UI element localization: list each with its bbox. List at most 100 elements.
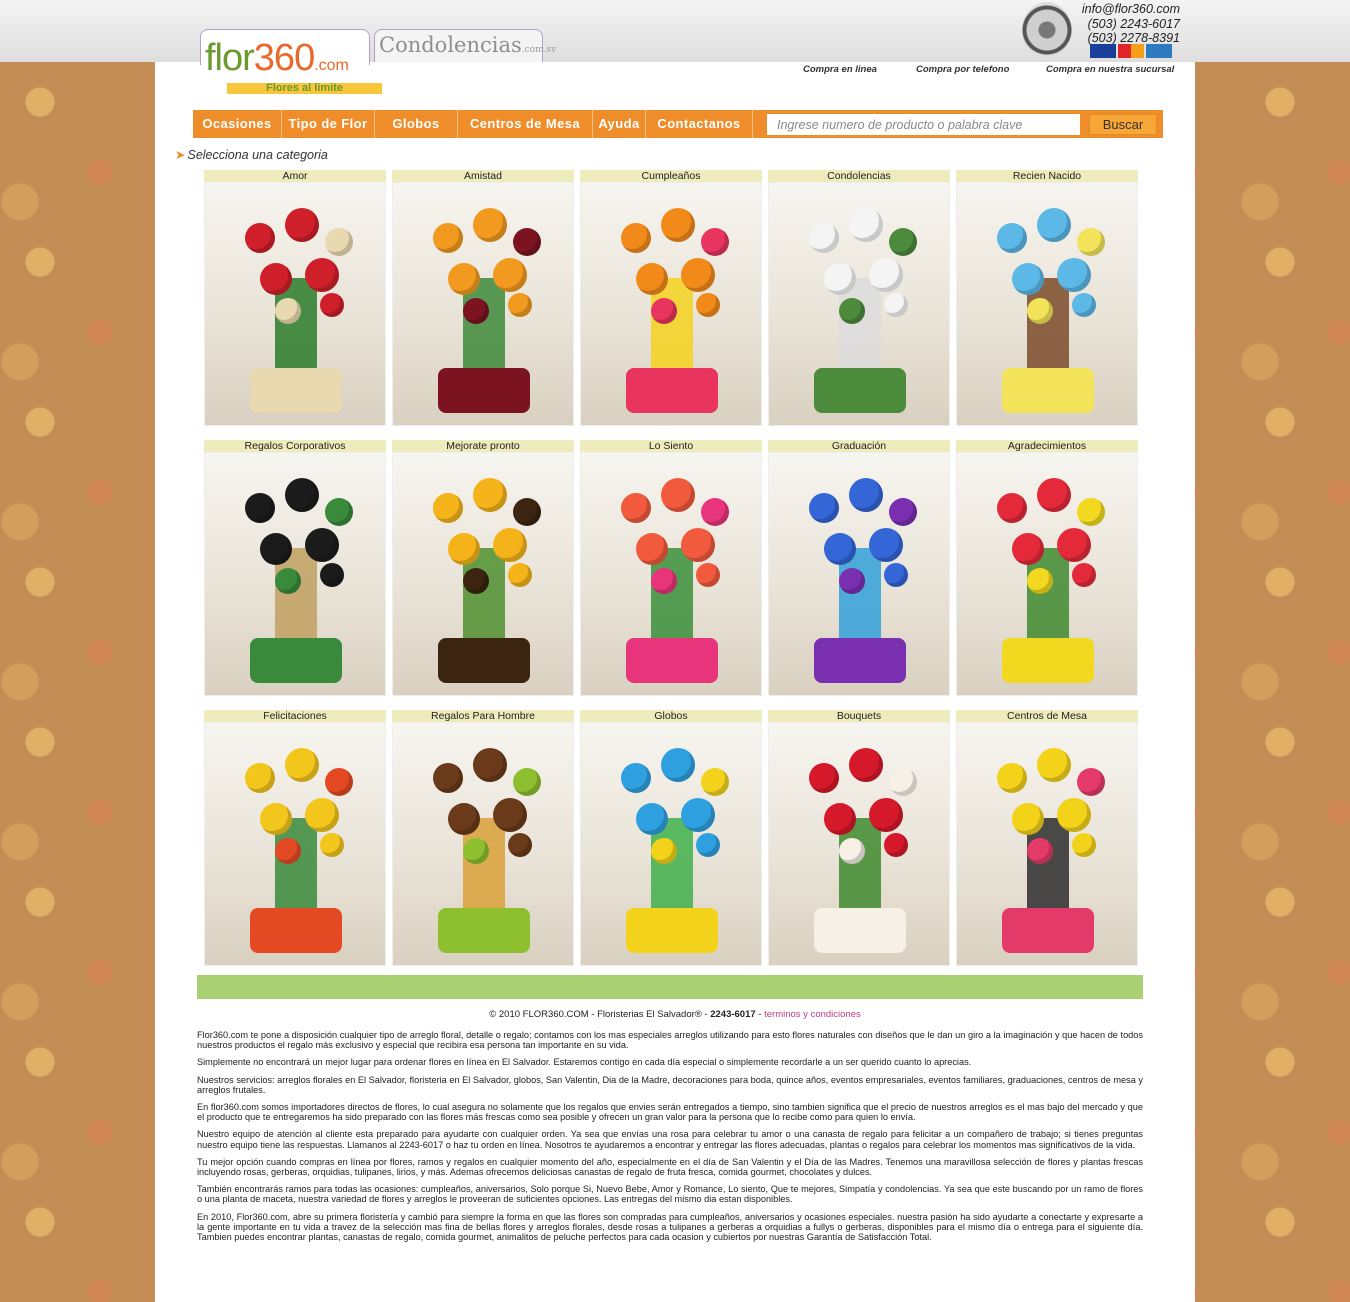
flower-bloom [325, 228, 353, 256]
terms-link[interactable]: terminos y condiciones [764, 1009, 861, 1020]
category-photo [204, 182, 386, 426]
flower-bloom [1072, 563, 1096, 587]
arrangement-base [1002, 638, 1094, 683]
flower-bloom [493, 798, 527, 832]
category-photo [392, 722, 574, 966]
flower-bloom [997, 763, 1027, 793]
flower-bloom [305, 528, 339, 562]
flower-bloom [275, 298, 301, 324]
flower-bloom [1057, 258, 1091, 292]
nav-globos[interactable]: Globos [375, 110, 458, 138]
amex-card-icon [1146, 44, 1172, 58]
category-label: Felicitaciones [204, 710, 386, 722]
flower-bloom [493, 528, 527, 562]
category-photo [204, 452, 386, 696]
category-tile[interactable]: Agradecimientos [956, 440, 1138, 696]
flower-bloom [1012, 803, 1044, 835]
flower-bloom [1077, 498, 1105, 526]
category-photo [580, 182, 762, 426]
flower-bloom [824, 263, 856, 295]
flower-bloom [275, 568, 301, 594]
copyright-separator: - [755, 1009, 765, 1020]
tab-condolencias[interactable]: Condolencias.com.sv [374, 29, 556, 62]
flower-bloom [1077, 768, 1105, 796]
search-button[interactable]: Buscar [1089, 114, 1157, 135]
category-tile[interactable]: Lo Siento [580, 440, 762, 696]
arrangement-base [814, 638, 906, 683]
flower-bloom [651, 298, 677, 324]
flower-bloom [661, 748, 695, 782]
la-gran-via-seal-icon [1022, 2, 1072, 58]
seo-description: Flor360.com te pone a disposición cualqu… [197, 1030, 1143, 1249]
category-tile[interactable]: Globos [580, 710, 762, 966]
category-tile[interactable]: Mejorate pronto [392, 440, 574, 696]
flower-bloom [513, 228, 541, 256]
arrangement-base [438, 908, 530, 953]
flower-bloom [809, 223, 839, 253]
section-title: Selecciona una categoria [187, 148, 328, 162]
visa-card-icon [1090, 44, 1116, 58]
flower-bloom [636, 263, 668, 295]
purchase-mode-phone: Compra por telefono [916, 64, 1010, 75]
category-tile[interactable]: Regalos Para Hombre [392, 710, 574, 966]
category-tile[interactable]: Amor [204, 170, 386, 426]
flower-bloom [508, 293, 532, 317]
category-label: Mejorate pronto [392, 440, 574, 452]
condolencias-label: Condolencias.com.sv [379, 33, 557, 57]
flower-bloom [433, 763, 463, 793]
flower-bloom [809, 763, 839, 793]
contact-email[interactable]: info@flor360.com [1074, 2, 1180, 17]
category-label: Graduación [768, 440, 950, 452]
category-label: Recien Nacido [956, 170, 1138, 182]
flower-bloom [1027, 568, 1053, 594]
category-tile[interactable]: Recien Nacido [956, 170, 1138, 426]
flower-bloom [636, 803, 668, 835]
category-tile[interactable]: Graduación [768, 440, 950, 696]
arrangement-base [626, 368, 718, 413]
flower-bloom [473, 208, 507, 242]
flower-bloom [275, 838, 301, 864]
flower-bloom [325, 768, 353, 796]
flower-bloom [448, 263, 480, 295]
flower-bloom [701, 228, 729, 256]
category-tile[interactable]: Amistad [392, 170, 574, 426]
flower-bloom [245, 223, 275, 253]
flower-bloom [824, 803, 856, 835]
flower-bloom [681, 798, 715, 832]
category-photo [580, 452, 762, 696]
category-label: Condolencias [768, 170, 950, 182]
arrangement-base [250, 908, 342, 953]
description-paragraph: Nuestro equipo de atención al cliente es… [197, 1129, 1143, 1150]
category-tile[interactable]: Felicitaciones [204, 710, 386, 966]
flower-bloom [473, 748, 507, 782]
flower-bloom [997, 493, 1027, 523]
category-tile[interactable]: Condolencias [768, 170, 950, 426]
category-tile[interactable]: Bouquets [768, 710, 950, 966]
category-tile[interactable]: Centros de Mesa [956, 710, 1138, 966]
category-tile[interactable]: Cumpleaños [580, 170, 762, 426]
flower-bloom [661, 478, 695, 512]
flor360-logo[interactable]: flor360.com Flores al limite [205, 38, 385, 96]
category-photo [392, 182, 574, 426]
flower-bloom [508, 563, 532, 587]
flower-bloom [463, 838, 489, 864]
flower-bloom [1057, 528, 1091, 562]
category-photo [392, 452, 574, 696]
category-label: Regalos Corporativos [204, 440, 386, 452]
nav-contactanos[interactable]: Contactanos [646, 110, 753, 138]
flower-bloom [513, 768, 541, 796]
flower-bloom [448, 803, 480, 835]
flower-bloom [1077, 228, 1105, 256]
flower-bloom [849, 208, 883, 242]
flower-bloom [325, 498, 353, 526]
flower-bloom [245, 763, 275, 793]
nav-ocasiones[interactable]: Ocasiones [193, 110, 282, 138]
nav-centros-de-mesa[interactable]: Centros de Mesa [458, 110, 593, 138]
nav-ayuda[interactable]: Ayuda [593, 110, 646, 138]
category-tile[interactable]: Regalos Corporativos [204, 440, 386, 696]
search-input[interactable] [767, 114, 1080, 135]
flower-bloom [839, 298, 865, 324]
flower-bloom [889, 498, 917, 526]
nav-tipo-de-flor[interactable]: Tipo de Flor [282, 110, 375, 138]
category-label: Amistad [392, 170, 574, 182]
